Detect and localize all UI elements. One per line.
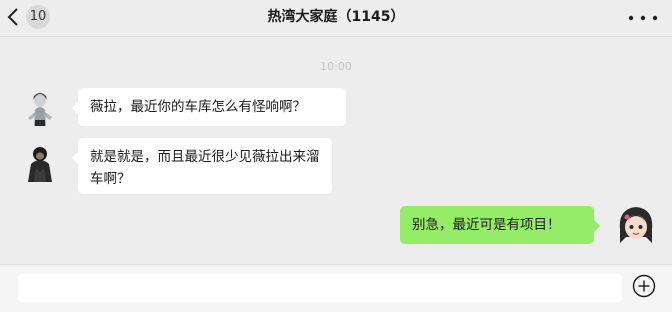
message-bubble-1[interactable]: 薇拉，最近你的车库怎么有怪响啊？ bbox=[72, 88, 346, 126]
more-dots-icon[interactable] bbox=[626, 10, 660, 26]
chat-title: 热湾大家庭（1145） bbox=[267, 9, 405, 25]
message-input[interactable] bbox=[18, 274, 622, 302]
message-bubble-3[interactable]: 别急，最近可是有项目！ bbox=[400, 206, 600, 244]
hooded-figure-avatar[interactable] bbox=[20, 86, 60, 126]
plus-circle-icon[interactable] bbox=[632, 274, 656, 298]
dark-jacket-avatar[interactable] bbox=[20, 142, 60, 182]
message-bubble-2[interactable]: 就是就是，而且最近很少见薇拉出来溜车啊？ bbox=[72, 138, 332, 194]
input-bar bbox=[0, 264, 672, 312]
anime-girl-avatar[interactable] bbox=[614, 203, 658, 247]
unread-count-badge[interactable]: 10 bbox=[26, 5, 50, 29]
chat-header: 10 热湾大家庭（1145） bbox=[0, 0, 672, 37]
message-timestamp: 10:00 bbox=[320, 60, 352, 73]
back-chevron-icon[interactable] bbox=[4, 6, 24, 28]
